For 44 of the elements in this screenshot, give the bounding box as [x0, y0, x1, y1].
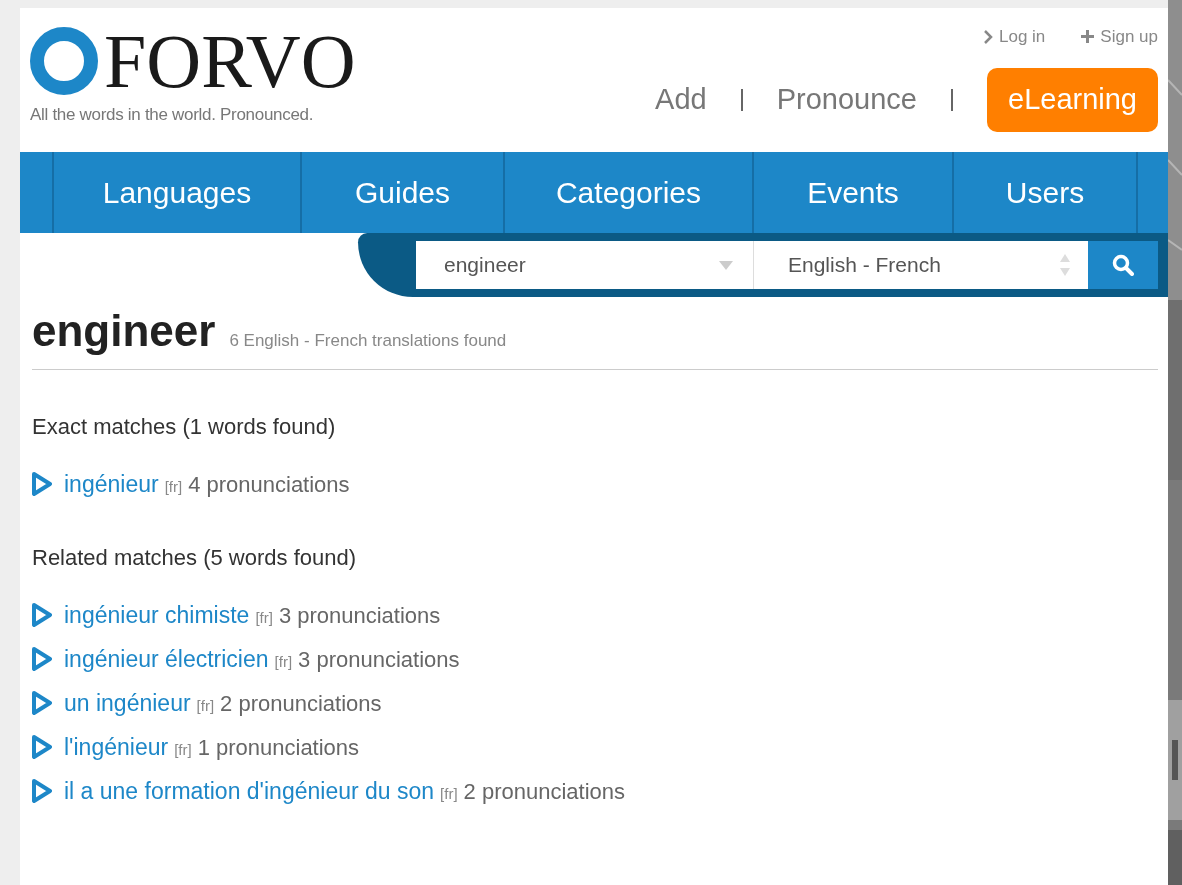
plus-icon: [1081, 30, 1095, 44]
play-icon[interactable]: [32, 691, 52, 715]
search-button[interactable]: [1088, 241, 1158, 289]
section-heading: Related matches (5 words found): [32, 544, 358, 572]
language-tag: [fr]: [440, 782, 458, 806]
dropdown-caret-icon: [719, 260, 733, 270]
logo-wordmark: FORVO: [104, 23, 356, 99]
main-nav-item[interactable]: Languages: [52, 152, 300, 233]
pronunciation-count: 3 pronunciations: [278, 601, 441, 630]
pronunciation-count: 2 pronunciations: [463, 777, 626, 806]
result-summary: 6 English - French translations found: [229, 329, 507, 352]
word-link[interactable]: ingénieur électricien: [64, 641, 269, 677]
chevron-right-icon: [984, 29, 993, 44]
pronunciation-count: 3 pronunciations: [298, 645, 460, 674]
elearning-button[interactable]: eLearning: [987, 67, 1158, 132]
word-link[interactable]: ingénieur: [64, 466, 159, 502]
search-icon: [1112, 254, 1134, 276]
pronunciation-count: 4 pronunciations: [188, 470, 350, 499]
word-link[interactable]: ingénieur chimiste: [64, 597, 250, 633]
pronunciation-count: 2 pronunciations: [220, 689, 382, 718]
signup-link[interactable]: Sign up: [1081, 24, 1158, 50]
language-tag: [fr]: [196, 694, 215, 718]
play-icon[interactable]: [32, 647, 52, 671]
language-tag: [fr]: [255, 606, 273, 630]
spinner-arrows-icon: [1060, 254, 1070, 276]
play-icon[interactable]: [32, 779, 52, 803]
search-field[interactable]: engineer: [416, 241, 753, 289]
word-link[interactable]: un ingénieur: [64, 685, 191, 721]
header-link[interactable]: Pronounce: [776, 77, 917, 122]
section-heading: Exact matches (1 words found): [32, 413, 337, 441]
result-word: engineer: [32, 309, 216, 353]
play-icon[interactable]: [32, 472, 52, 496]
language-tag: [fr]: [174, 738, 192, 762]
language-select[interactable]: English - French: [753, 241, 1088, 289]
header-link[interactable]: Add: [655, 77, 707, 122]
logo-tagline: All the words in the world. Pronounced.: [30, 104, 315, 126]
word-link[interactable]: il a une formation d'ingénieur du son: [64, 773, 435, 809]
word-link[interactable]: l'ingénieur: [64, 729, 169, 765]
play-icon[interactable]: [32, 603, 52, 627]
language-tag: [fr]: [274, 650, 293, 674]
language-tag: [fr]: [164, 475, 183, 499]
play-icon[interactable]: [32, 735, 52, 759]
login-link[interactable]: Log in: [984, 24, 1046, 50]
pronunciation-count: 1 pronunciations: [197, 733, 360, 762]
